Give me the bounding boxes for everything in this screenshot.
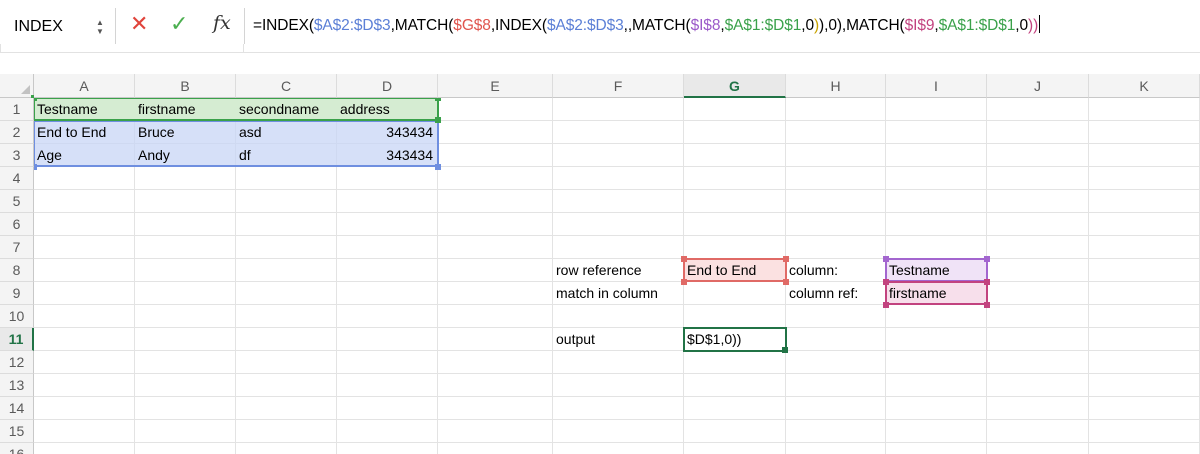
toolbar-separator: [0, 52, 1200, 72]
confirm-formula-icon[interactable]: ✓: [170, 12, 188, 36]
name-box[interactable]: INDEX ▲ ▼: [0, 8, 116, 46]
row-header-2[interactable]: 2: [0, 121, 34, 144]
row-gridline: [34, 212, 1200, 213]
row-header-15[interactable]: 15: [0, 420, 34, 443]
formula-text: ,0: [1015, 17, 1029, 34]
formula-reference: $A$2:$D$3: [546, 17, 624, 34]
formula-text: ,0: [801, 17, 814, 34]
row-gridline: [34, 189, 1200, 190]
formula-reference: $I$8: [690, 17, 721, 34]
formula-reference: $A$1:$D$1: [724, 17, 802, 34]
row-header-7[interactable]: 7: [0, 236, 34, 259]
cell-a3[interactable]: Age: [34, 144, 134, 167]
cell-b2[interactable]: Bruce: [135, 121, 235, 144]
column-header-b[interactable]: B: [135, 74, 236, 98]
column-header-k[interactable]: K: [1089, 74, 1200, 98]
spreadsheet-grid[interactable]: A B C D E F G H I J K 1 2 3 4 5 6 7 8 9 10 11 12 13 14 15 16 Testna…: [0, 74, 1200, 454]
cell-c1[interactable]: secondname: [236, 98, 336, 121]
formula-text: ,MATCH(: [390, 17, 454, 34]
select-all-corner[interactable]: [0, 74, 34, 98]
cell-f11[interactable]: output: [553, 328, 683, 351]
cell-i9[interactable]: firstname: [886, 282, 986, 305]
row-header-6[interactable]: 6: [0, 213, 34, 236]
row-gridline: [34, 442, 1200, 443]
cell-g8[interactable]: End to End: [684, 259, 785, 282]
formula-reference: $G$8: [453, 17, 491, 34]
row-header-8[interactable]: 8: [0, 259, 34, 282]
cell-a1[interactable]: Testname: [34, 98, 134, 121]
row-header-16[interactable]: 16: [0, 443, 34, 454]
column-header-h[interactable]: H: [786, 74, 886, 98]
formula-text: ,,MATCH(: [623, 17, 691, 34]
row-header-10[interactable]: 10: [0, 305, 34, 328]
column-header-e[interactable]: E: [438, 74, 553, 98]
row-header-5[interactable]: 5: [0, 190, 34, 213]
cell-c3[interactable]: df: [236, 144, 336, 167]
row-header-1[interactable]: 1: [0, 98, 34, 121]
formula-reference: $I$9: [904, 17, 935, 34]
cell-d2[interactable]: 343434: [337, 121, 437, 144]
text-cursor: [1039, 15, 1041, 33]
formula-text: ,INDEX(: [490, 17, 547, 34]
cell-b3[interactable]: Andy: [135, 144, 235, 167]
formula-reference: $A$1:$D$1: [938, 17, 1016, 34]
row-gridline: [34, 373, 1200, 374]
name-box-dropdown-icon[interactable]: ▲ ▼: [95, 18, 105, 38]
cancel-formula-icon[interactable]: ✕: [130, 12, 148, 36]
cell-b1[interactable]: firstname: [135, 98, 235, 121]
formula-text: ),0),MATCH(: [819, 17, 905, 34]
row-header-13[interactable]: 13: [0, 374, 34, 397]
formula-text: =INDEX(: [253, 17, 314, 34]
column-header-i[interactable]: I: [886, 74, 987, 98]
cell-c2[interactable]: asd: [236, 121, 336, 144]
column-header-f[interactable]: F: [553, 74, 684, 98]
formula-reference: )): [1028, 17, 1039, 34]
row-header-9[interactable]: 9: [0, 282, 34, 305]
row-header-3[interactable]: 3: [0, 144, 34, 167]
column-gridline: [1088, 98, 1089, 454]
column-header-g[interactable]: G: [684, 74, 786, 98]
cell-i8[interactable]: Testname: [886, 259, 986, 282]
cell-h9[interactable]: column ref:: [786, 282, 885, 305]
cell-h8[interactable]: column:: [786, 259, 885, 282]
insert-function-icon[interactable]: fx: [213, 12, 231, 34]
row-gridline: [34, 396, 1200, 397]
column-header-d[interactable]: D: [337, 74, 438, 98]
column-header-c[interactable]: C: [236, 74, 337, 98]
column-header-j[interactable]: J: [987, 74, 1089, 98]
cell-g11[interactable]: $D$1,0)): [684, 328, 785, 351]
row-header-4[interactable]: 4: [0, 167, 34, 190]
cell-d1[interactable]: address: [337, 98, 437, 121]
formula-bar-divider: [244, 8, 245, 44]
row-gridline: [34, 235, 1200, 236]
cell-d3[interactable]: 343434: [337, 144, 437, 167]
cell-f9[interactable]: match in column: [553, 282, 683, 305]
row-gridline: [34, 419, 1200, 420]
name-box-value: INDEX: [14, 18, 63, 35]
row-header-11[interactable]: 11: [0, 328, 34, 351]
cell-a2[interactable]: End to End: [34, 121, 134, 144]
row-header-12[interactable]: 12: [0, 351, 34, 374]
formula-input[interactable]: =INDEX($A$2:$D$3,MATCH($G$8,INDEX($A$2:$…: [253, 15, 1041, 35]
formula-reference: $A$2:$D$3: [313, 17, 391, 34]
cell-f8[interactable]: row reference: [553, 259, 683, 282]
column-header-a[interactable]: A: [34, 74, 135, 98]
row-header-14[interactable]: 14: [0, 397, 34, 420]
